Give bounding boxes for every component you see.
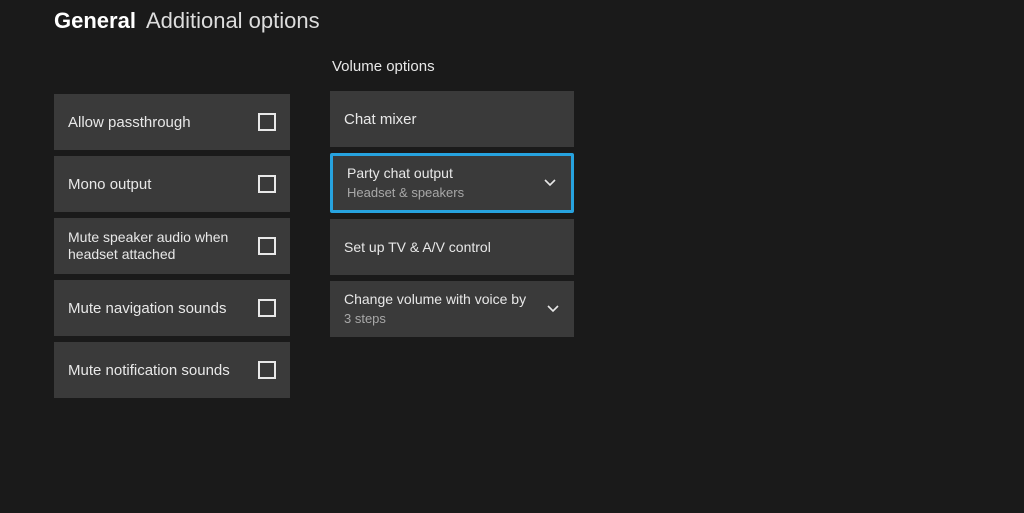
- volume-options-title: Volume options: [330, 58, 574, 75]
- change-volume-voice-label: Change volume with voice by: [344, 291, 526, 309]
- checkbox-icon: [258, 175, 276, 193]
- volume-options-column: Volume options Chat mixer Party chat out…: [330, 58, 574, 404]
- general-options-column: Allow passthrough Mono output Mute speak…: [54, 94, 290, 404]
- mute-notification-sounds-toggle[interactable]: Mute notification sounds: [54, 342, 290, 398]
- mute-notification-sounds-label: Mute notification sounds: [68, 362, 230, 379]
- party-chat-output-value: Headset & speakers: [347, 185, 464, 201]
- chevron-down-icon: [543, 176, 557, 190]
- party-chat-output-dropdown[interactable]: Party chat output Headset & speakers: [330, 153, 574, 213]
- mute-speaker-headset-label: Mute speaker audio when headset attached: [68, 229, 258, 264]
- breadcrumb-general: General: [54, 8, 136, 34]
- change-volume-voice-value: 3 steps: [344, 311, 526, 327]
- change-volume-voice-dropdown[interactable]: Change volume with voice by 3 steps: [330, 281, 574, 337]
- mono-output-toggle[interactable]: Mono output: [54, 156, 290, 212]
- chat-mixer-label: Chat mixer: [344, 111, 417, 128]
- allow-passthrough-label: Allow passthrough: [68, 114, 191, 131]
- mono-output-label: Mono output: [68, 176, 151, 193]
- chat-mixer-button[interactable]: Chat mixer: [330, 91, 574, 147]
- setup-tv-av-button[interactable]: Set up TV & A/V control: [330, 219, 574, 275]
- chevron-down-icon: [546, 302, 560, 316]
- checkbox-icon: [258, 113, 276, 131]
- mute-speaker-headset-toggle[interactable]: Mute speaker audio when headset attached: [54, 218, 290, 274]
- mute-navigation-sounds-toggle[interactable]: Mute navigation sounds: [54, 280, 290, 336]
- checkbox-icon: [258, 237, 276, 255]
- setup-tv-av-label: Set up TV & A/V control: [344, 239, 491, 255]
- checkbox-icon: [258, 299, 276, 317]
- party-chat-output-label: Party chat output: [347, 165, 464, 183]
- mute-navigation-sounds-label: Mute navigation sounds: [68, 300, 226, 317]
- allow-passthrough-toggle[interactable]: Allow passthrough: [54, 94, 290, 150]
- breadcrumb-additional-options: Additional options: [146, 8, 320, 34]
- checkbox-icon: [258, 361, 276, 379]
- breadcrumb: General Additional options: [54, 8, 1024, 34]
